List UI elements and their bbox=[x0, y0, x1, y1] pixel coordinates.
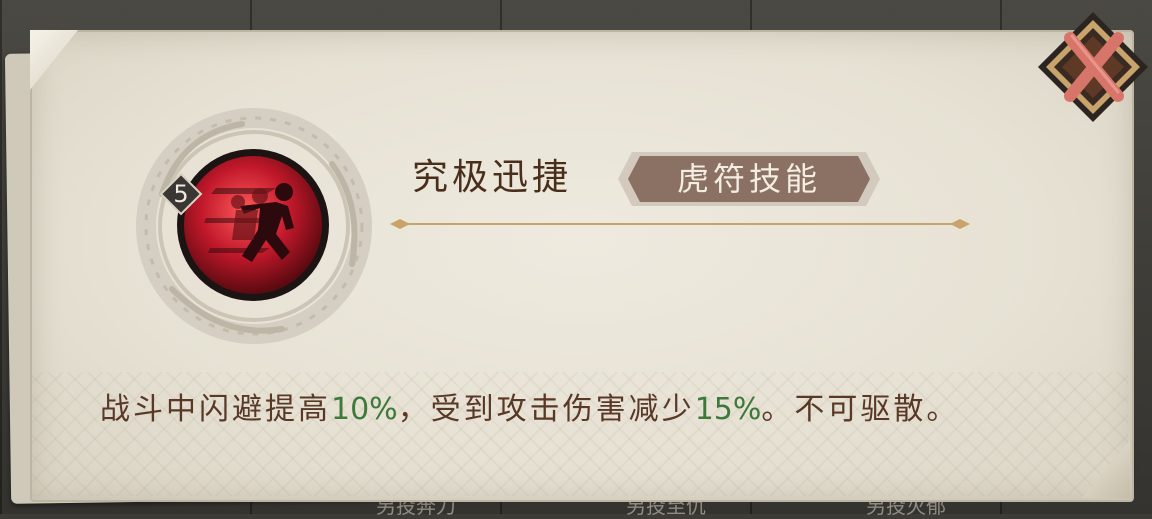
skill-category-tag: 虎符技能 bbox=[618, 152, 880, 206]
skill-category-label: 虎符技能 bbox=[676, 160, 821, 198]
description-text: ，受到攻击伤害减少 bbox=[397, 392, 695, 427]
description-text: 。不可驱散。 bbox=[761, 392, 960, 427]
skill-name: 究极迅捷 bbox=[412, 157, 573, 198]
skill-level: 5 bbox=[173, 180, 189, 208]
description-text: 战斗中闪避提高 bbox=[100, 392, 331, 427]
ornament-divider bbox=[390, 219, 970, 229]
skill-description: 战斗中闪避提高10%，受到攻击伤害减少15%。不可驱散。 bbox=[100, 386, 1080, 434]
dodge-bonus-value: 10% bbox=[331, 392, 398, 427]
close-x-icon[interactable] bbox=[1034, 8, 1152, 126]
damage-reduction-value: 15% bbox=[694, 392, 762, 427]
